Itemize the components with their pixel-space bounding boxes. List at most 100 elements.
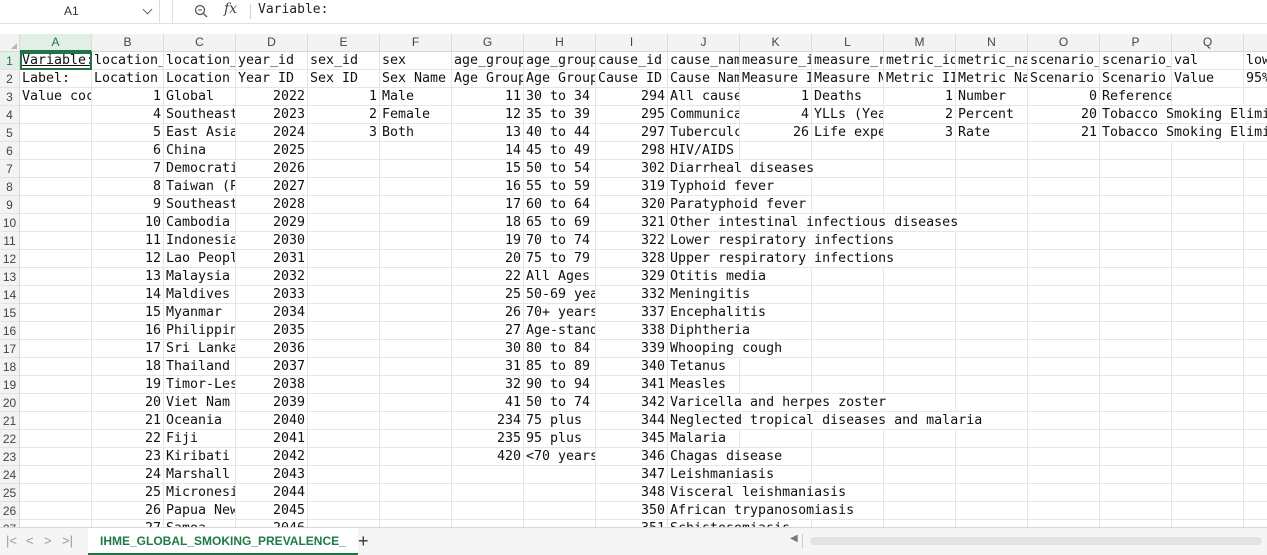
cell[interactable] xyxy=(812,286,884,304)
cell[interactable] xyxy=(308,340,380,358)
column-header[interactable]: Q xyxy=(1172,34,1244,52)
cell[interactable]: 95 plus xyxy=(524,430,596,448)
cell[interactable]: 339 xyxy=(596,340,668,358)
cell[interactable] xyxy=(1244,484,1267,502)
cell[interactable]: Taiwan (P xyxy=(164,178,236,196)
cell[interactable]: Oceania xyxy=(164,412,236,430)
cell[interactable] xyxy=(1244,196,1267,214)
cell[interactable]: 23 xyxy=(92,448,164,466)
cell[interactable]: 50-69 yea xyxy=(524,286,596,304)
cell[interactable]: 2034 xyxy=(236,304,308,322)
cell[interactable] xyxy=(812,430,884,448)
cell[interactable]: 2046 xyxy=(236,520,308,527)
cell[interactable]: 85 to 89 xyxy=(524,358,596,376)
cell[interactable]: 2042 xyxy=(236,448,308,466)
cell[interactable]: Thailand xyxy=(164,358,236,376)
cell[interactable]: 50 to 54 xyxy=(524,160,596,178)
cell[interactable]: <70 years xyxy=(524,448,596,466)
cell[interactable]: 22 xyxy=(452,268,524,286)
cell[interactable] xyxy=(1100,466,1172,484)
cell[interactable] xyxy=(380,520,452,527)
cell[interactable]: Marshall xyxy=(164,466,236,484)
cell[interactable] xyxy=(524,466,596,484)
cell[interactable]: Fiji xyxy=(164,430,236,448)
column-header[interactable]: E xyxy=(308,34,380,52)
cell[interactable] xyxy=(1244,340,1267,358)
cell[interactable] xyxy=(1244,214,1267,232)
cell[interactable]: YLLs (Yea xyxy=(812,106,884,124)
cell[interactable]: 20 xyxy=(1028,106,1100,124)
cell[interactable]: val xyxy=(1172,52,1244,70)
cell[interactable]: 2027 xyxy=(236,178,308,196)
cell[interactable] xyxy=(956,340,1028,358)
cell[interactable] xyxy=(1028,430,1100,448)
cell[interactable]: Cambodia xyxy=(164,214,236,232)
cell[interactable] xyxy=(20,394,92,412)
cell[interactable]: 302 xyxy=(596,160,668,178)
cell[interactable]: Neglected tropical diseases and malaria xyxy=(668,412,982,430)
cell[interactable] xyxy=(20,160,92,178)
cell[interactable] xyxy=(884,178,956,196)
cell[interactable]: 3 xyxy=(884,124,956,142)
cell[interactable]: 11 xyxy=(92,232,164,250)
cell[interactable]: East Asia xyxy=(164,124,236,142)
cell[interactable]: 344 xyxy=(596,412,668,430)
cell[interactable] xyxy=(1028,358,1100,376)
cell[interactable]: Variable: xyxy=(20,52,92,70)
cell[interactable]: 10 xyxy=(92,214,164,232)
cell[interactable] xyxy=(308,232,380,250)
cell[interactable] xyxy=(20,448,92,466)
row-header[interactable]: 22 xyxy=(0,430,19,448)
cell[interactable]: low xyxy=(1244,52,1267,70)
cell[interactable]: 1 xyxy=(308,88,380,106)
cell[interactable] xyxy=(20,520,92,527)
cell[interactable] xyxy=(1028,502,1100,520)
cell[interactable] xyxy=(1100,520,1172,527)
cell[interactable]: 15 xyxy=(92,304,164,322)
cell[interactable] xyxy=(1244,430,1267,448)
cell[interactable] xyxy=(1244,322,1267,340)
cell[interactable]: 5 xyxy=(92,124,164,142)
cell[interactable] xyxy=(1172,196,1244,214)
cell[interactable] xyxy=(308,250,380,268)
cell[interactable]: 27 xyxy=(92,520,164,527)
cell[interactable] xyxy=(1100,322,1172,340)
cell[interactable]: Tobacco Smoking Elimi xyxy=(1100,106,1267,124)
cell[interactable]: Value xyxy=(1172,70,1244,88)
cell[interactable] xyxy=(1172,520,1244,527)
cell[interactable] xyxy=(812,268,884,286)
cell[interactable]: 2028 xyxy=(236,196,308,214)
cell[interactable]: 41 xyxy=(452,394,524,412)
cell[interactable]: 2 xyxy=(308,106,380,124)
cell[interactable]: Age Group xyxy=(452,70,524,88)
cell[interactable] xyxy=(1172,304,1244,322)
cell[interactable]: year_id xyxy=(236,52,308,70)
cell[interactable] xyxy=(884,358,956,376)
cell[interactable]: 26 xyxy=(452,304,524,322)
cell[interactable]: 2031 xyxy=(236,250,308,268)
cell[interactable] xyxy=(884,268,956,286)
cell[interactable] xyxy=(1028,286,1100,304)
cell[interactable]: 21 xyxy=(1028,124,1100,142)
cell[interactable] xyxy=(1028,394,1100,412)
column-header[interactable]: B xyxy=(92,34,164,52)
cell[interactable]: Value coc xyxy=(20,88,92,106)
cell[interactable] xyxy=(308,160,380,178)
cell[interactable]: 347 xyxy=(596,466,668,484)
cell[interactable] xyxy=(1172,376,1244,394)
cell[interactable] xyxy=(1172,484,1244,502)
cell[interactable]: 1 xyxy=(92,88,164,106)
cell[interactable] xyxy=(884,466,956,484)
cell[interactable] xyxy=(1172,142,1244,160)
cell[interactable]: 351 xyxy=(596,520,668,527)
cell[interactable]: Sex Name xyxy=(380,70,452,88)
cell[interactable]: Communica xyxy=(668,106,740,124)
cell[interactable]: Reference xyxy=(1100,88,1172,106)
cell[interactable]: 19 xyxy=(452,232,524,250)
cell[interactable] xyxy=(380,286,452,304)
cell[interactable] xyxy=(1028,178,1100,196)
cell[interactable]: scenario_ xyxy=(1028,52,1100,70)
cell[interactable]: Both xyxy=(380,124,452,142)
row-header[interactable]: 27 xyxy=(0,520,19,527)
column-header[interactable]: G xyxy=(452,34,524,52)
